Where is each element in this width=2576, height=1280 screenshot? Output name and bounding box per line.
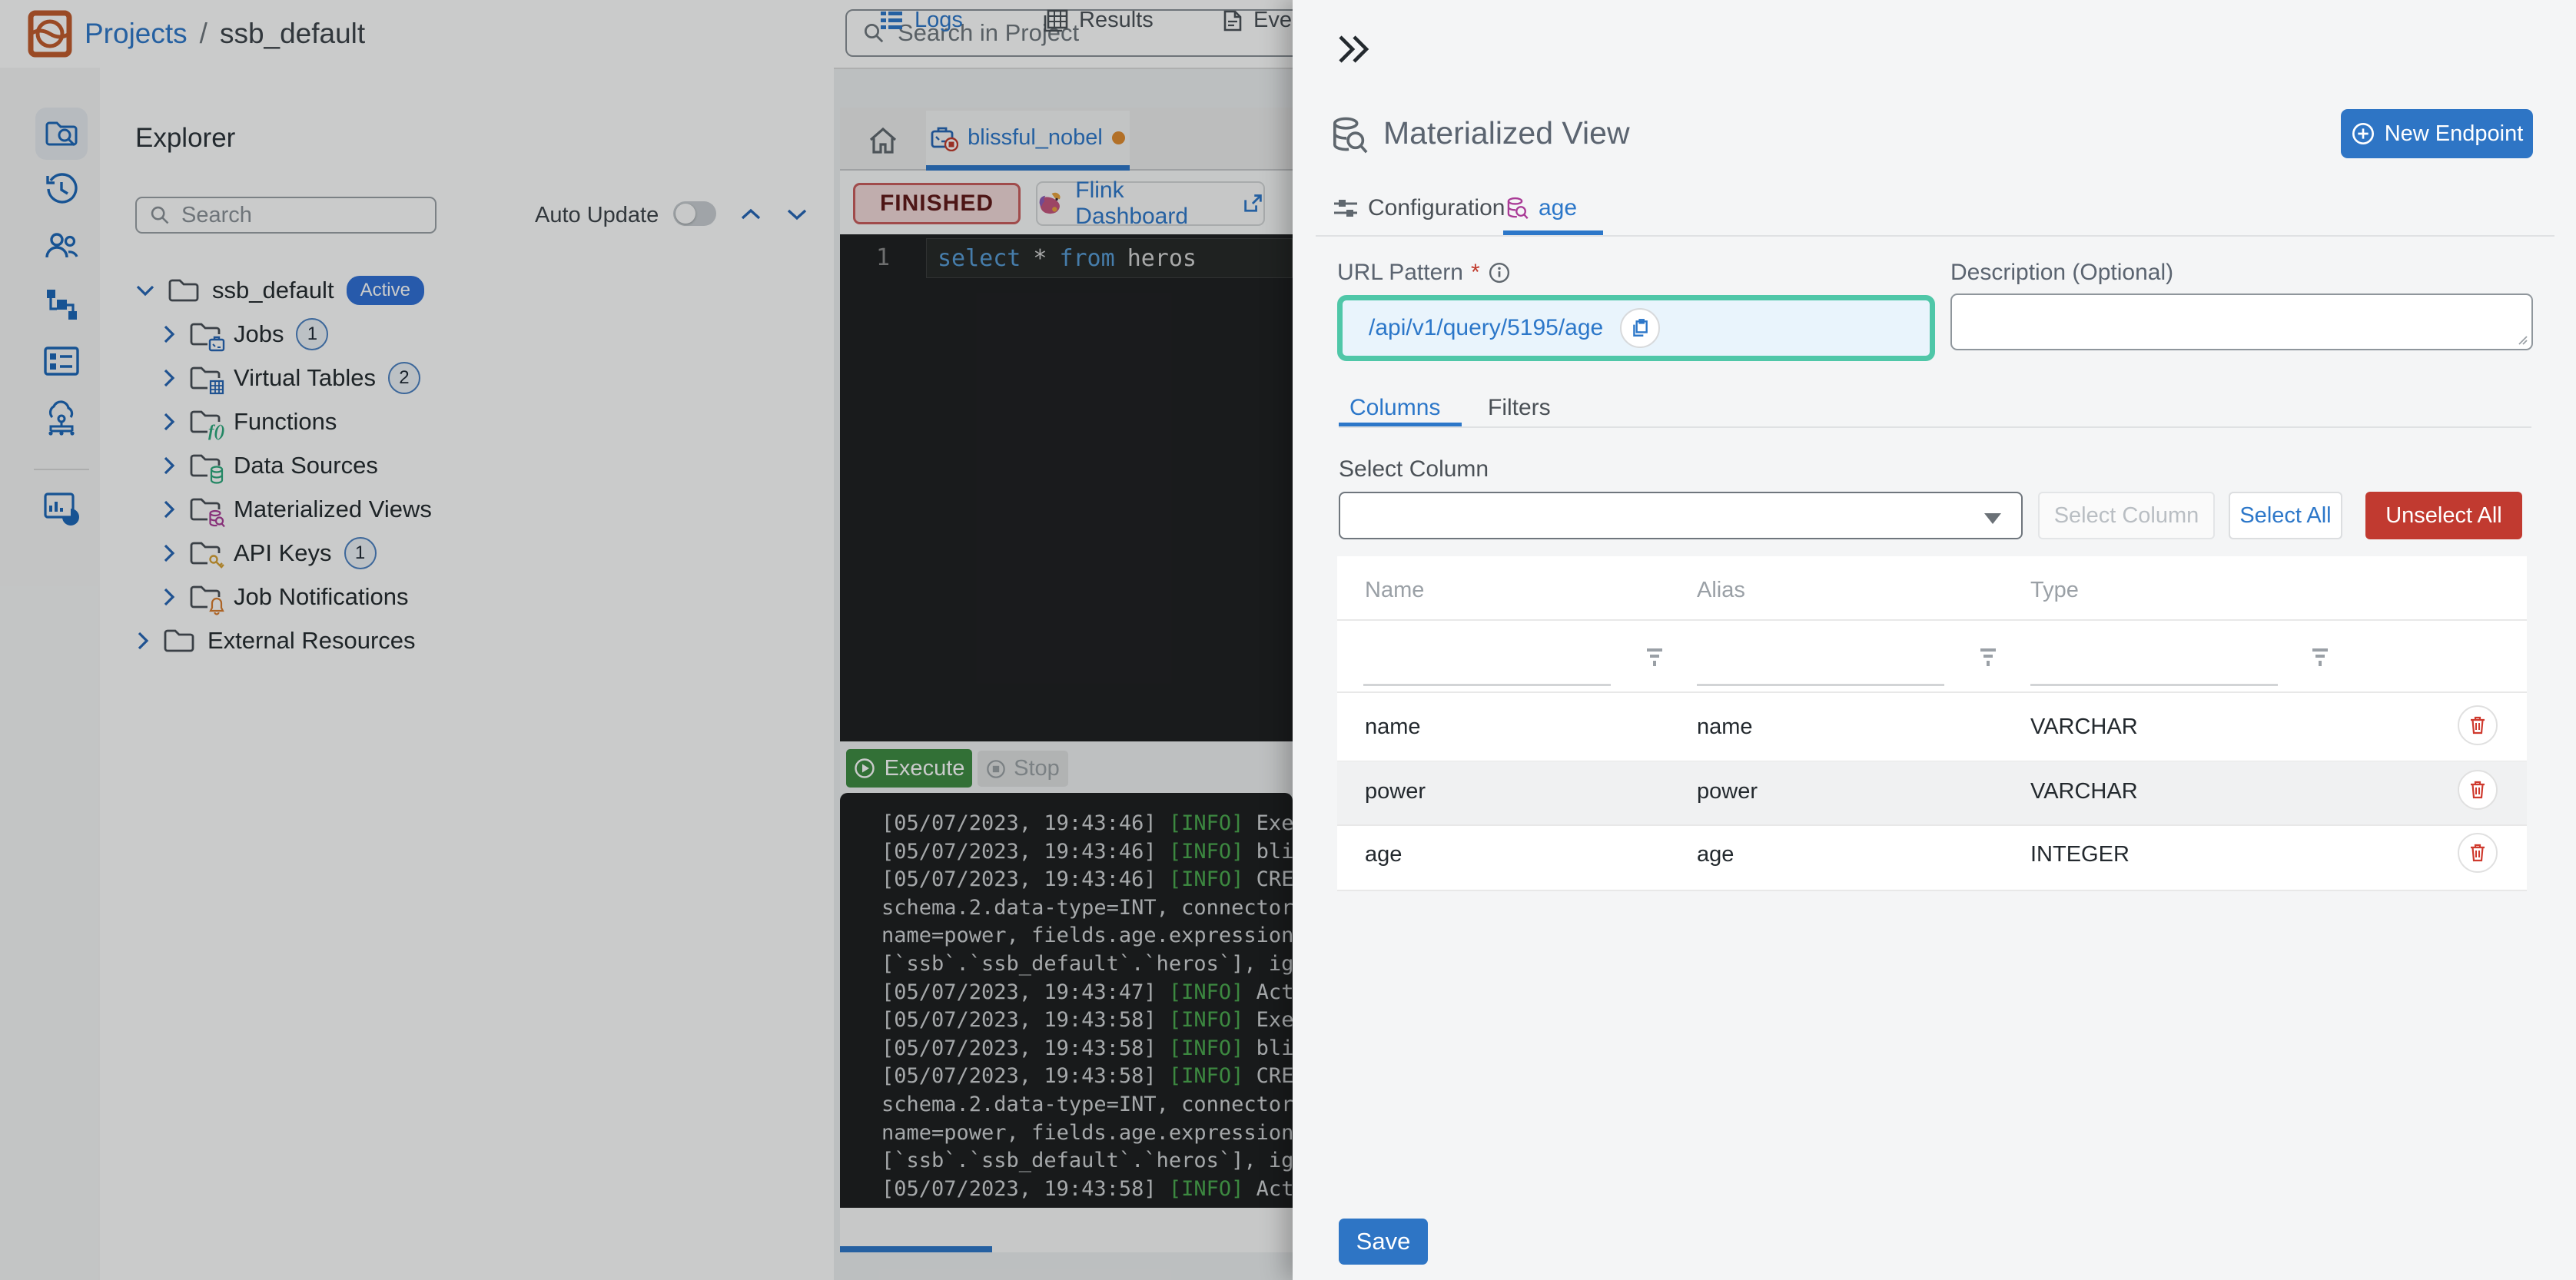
info-icon[interactable]	[1488, 261, 1511, 284]
tab-configuration-label: Configuration	[1368, 195, 1505, 221]
copy-url-button[interactable]	[1620, 308, 1661, 348]
materialized-view-icon	[1333, 117, 1368, 154]
new-endpoint-button[interactable]: New Endpoint	[2341, 109, 2533, 158]
table-border	[1337, 691, 2527, 693]
materialized-view-icon	[1506, 196, 1529, 221]
cell-alias: power	[1697, 779, 1758, 804]
trash-icon	[2471, 844, 2485, 862]
required-asterisk: *	[1470, 260, 1480, 285]
unselect-all-button[interactable]: Unselect All	[2365, 492, 2522, 539]
cell-name: name	[1365, 715, 1421, 739]
table-border	[1337, 824, 2527, 826]
resize-grip-icon[interactable]	[2516, 333, 2528, 346]
description-label: Description (Optional)	[1950, 260, 2174, 285]
column-header-type: Type	[2030, 578, 2079, 602]
url-pattern-value: /api/v1/query/5195/age	[1369, 315, 1604, 340]
cell-name: power	[1365, 779, 1426, 804]
sliders-icon	[1333, 197, 1359, 220]
delete-row-button[interactable]	[2458, 833, 2498, 873]
url-pattern-field[interactable]: /api/v1/query/5195/age	[1337, 295, 1935, 361]
tab-age-endpoint[interactable]: age	[1506, 195, 1577, 221]
cell-alias: age	[1697, 842, 1734, 867]
column-header-name: Name	[1365, 578, 1425, 602]
subtab-filters[interactable]: Filters	[1488, 395, 1551, 421]
filter-icon[interactable]	[2310, 647, 2330, 670]
trash-icon	[2471, 781, 2485, 799]
materialized-view-drawer: Materialized View New Endpoint Configura…	[1293, 0, 2576, 1280]
cell-alias: name	[1697, 715, 1753, 739]
table-row	[1337, 761, 2527, 824]
delete-row-button[interactable]	[2458, 770, 2498, 810]
select-all-button[interactable]: Select All	[2229, 492, 2342, 539]
filter-icon[interactable]	[1978, 647, 1998, 670]
select-column-dropdown[interactable]	[1339, 492, 2023, 539]
columns-table: Name Alias Type name name VARCHAR power …	[1337, 556, 2527, 891]
tab-age-label: age	[1539, 195, 1578, 221]
type-filter-input[interactable]	[2030, 684, 2278, 686]
subtab-columns[interactable]: Columns	[1349, 395, 1440, 421]
tab-configuration[interactable]: Configuration	[1333, 195, 1505, 221]
table-border	[1337, 890, 2527, 891]
cell-type: VARCHAR	[2030, 715, 2138, 739]
ssb-app: Projects / ssb_default Search in Project	[0, 0, 2576, 1280]
new-endpoint-label: New Endpoint	[2384, 121, 2524, 146]
drawer-title: Materialized View	[1383, 115, 1630, 151]
select-column-label: Select Column	[1339, 456, 1489, 482]
filter-icon[interactable]	[1645, 647, 1665, 670]
chevron-down-icon	[1984, 513, 2001, 524]
table-border	[1337, 619, 2527, 621]
trash-icon	[2471, 716, 2485, 735]
name-filter-input[interactable]	[1363, 684, 1611, 686]
url-pattern-label: URL Pattern *	[1337, 260, 1511, 286]
select-column-button[interactable]: Select Column	[2038, 492, 2215, 539]
cell-type: VARCHAR	[2030, 779, 2138, 804]
copy-icon	[1633, 319, 1648, 337]
collapse-drawer-icon[interactable]	[1336, 32, 1371, 66]
cell-name: age	[1365, 842, 1403, 867]
column-header-alias: Alias	[1697, 578, 1745, 602]
tab-divider	[1316, 235, 2554, 237]
subtab-divider	[1339, 426, 2531, 428]
delete-row-button[interactable]	[2458, 705, 2498, 745]
modal-backdrop[interactable]	[0, 0, 1293, 1280]
alias-filter-input[interactable]	[1697, 684, 1944, 686]
description-textarea[interactable]	[1950, 293, 2533, 350]
plus-circle-icon	[2352, 123, 2374, 144]
cell-type: INTEGER	[2030, 842, 2130, 867]
save-button[interactable]: Save	[1339, 1219, 1428, 1265]
